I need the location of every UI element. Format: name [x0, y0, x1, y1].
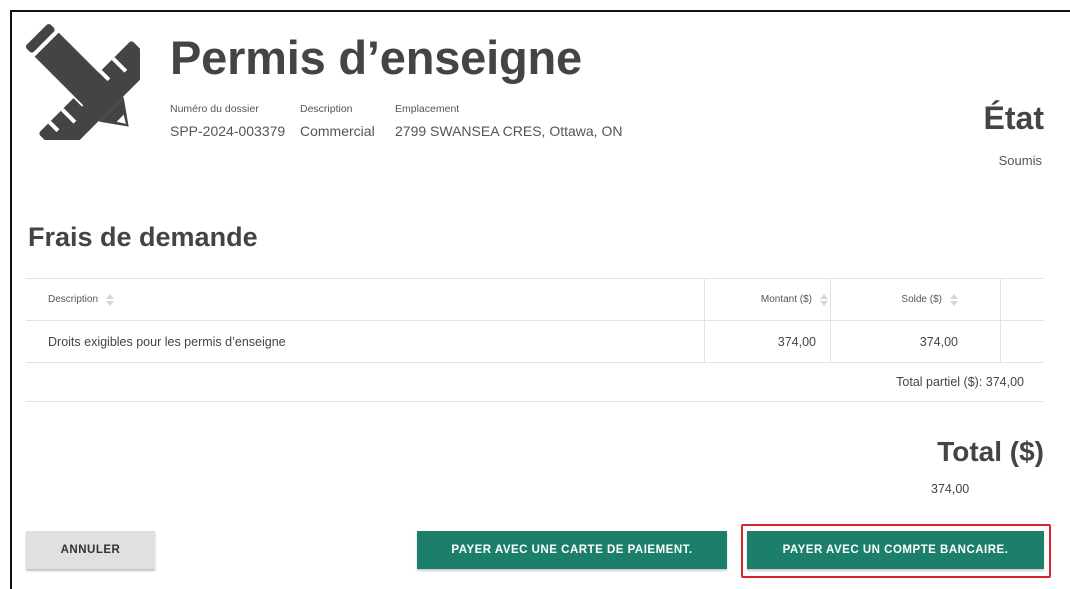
meta-location: Emplacement 2799 SWANSEA CRES, Ottawa, O… [395, 102, 622, 140]
sort-icon [820, 293, 828, 306]
cancel-button[interactable]: ANNULER [26, 531, 155, 569]
meta-file-number: Numéro du dossier SPP-2024-003379 [170, 102, 285, 140]
sort-icon [950, 293, 958, 306]
description-value: Commercial [300, 123, 375, 139]
row-description: Droits exigibles pour les permis d’ensei… [48, 334, 286, 349]
subtotal-row: Total partiel ($): 374,00 [26, 362, 1044, 402]
status-heading: État [983, 100, 1044, 136]
pay-with-bank-account-button[interactable]: PAYER AVEC UN COMPTE BANCAIRE. [747, 531, 1044, 569]
location-value: 2799 SWANSEA CRES, Ottawa, ON [395, 123, 623, 139]
frame-border-left [10, 10, 12, 589]
pencil-ruler-icon [25, 23, 140, 140]
column-header-balance-label: Solde ($) [901, 294, 942, 305]
meta-description: Description Commercial [300, 102, 375, 140]
subtotal-text: Total partiel ($): 374,00 [896, 375, 1024, 389]
description-label: Description [300, 103, 353, 115]
sort-icon [106, 293, 115, 306]
file-number-label: Numéro du dossier [170, 103, 259, 115]
column-header-description[interactable]: Description [48, 279, 115, 320]
row-amount: 374,00 [704, 321, 830, 362]
column-header-amount[interactable]: Montant ($) [704, 279, 830, 320]
fees-section-title: Frais de demande [28, 222, 258, 252]
location-label: Emplacement [395, 103, 460, 115]
pay-with-card-button[interactable]: PAYER AVEC UNE CARTE DE PAIEMENT. [417, 531, 727, 569]
permit-header: Permis d’enseigne Numéro du dossier SPP-… [24, 18, 1054, 178]
row-empty-cell [1000, 321, 1044, 362]
column-header-balance[interactable]: Solde ($) [830, 279, 980, 320]
frame-border-top [10, 10, 1070, 12]
fees-table: Description Montant ($) Solde ($) Droits… [26, 278, 1044, 402]
page-title: Permis d’enseigne [170, 31, 582, 84]
total-value: 374,00 [931, 482, 970, 496]
column-header-empty [1000, 279, 1044, 320]
table-row: Droits exigibles pour les permis d’ensei… [26, 320, 1044, 362]
total-heading: Total ($) [937, 436, 1044, 467]
table-header-row: Description Montant ($) Solde ($) [26, 278, 1044, 320]
column-header-amount-label: Montant ($) [760, 294, 812, 305]
row-balance: 374,00 [830, 321, 980, 362]
status-value: Soumis [998, 153, 1042, 168]
column-header-description-label: Description [48, 294, 99, 305]
file-number-value: SPP-2024-003379 [170, 123, 286, 139]
